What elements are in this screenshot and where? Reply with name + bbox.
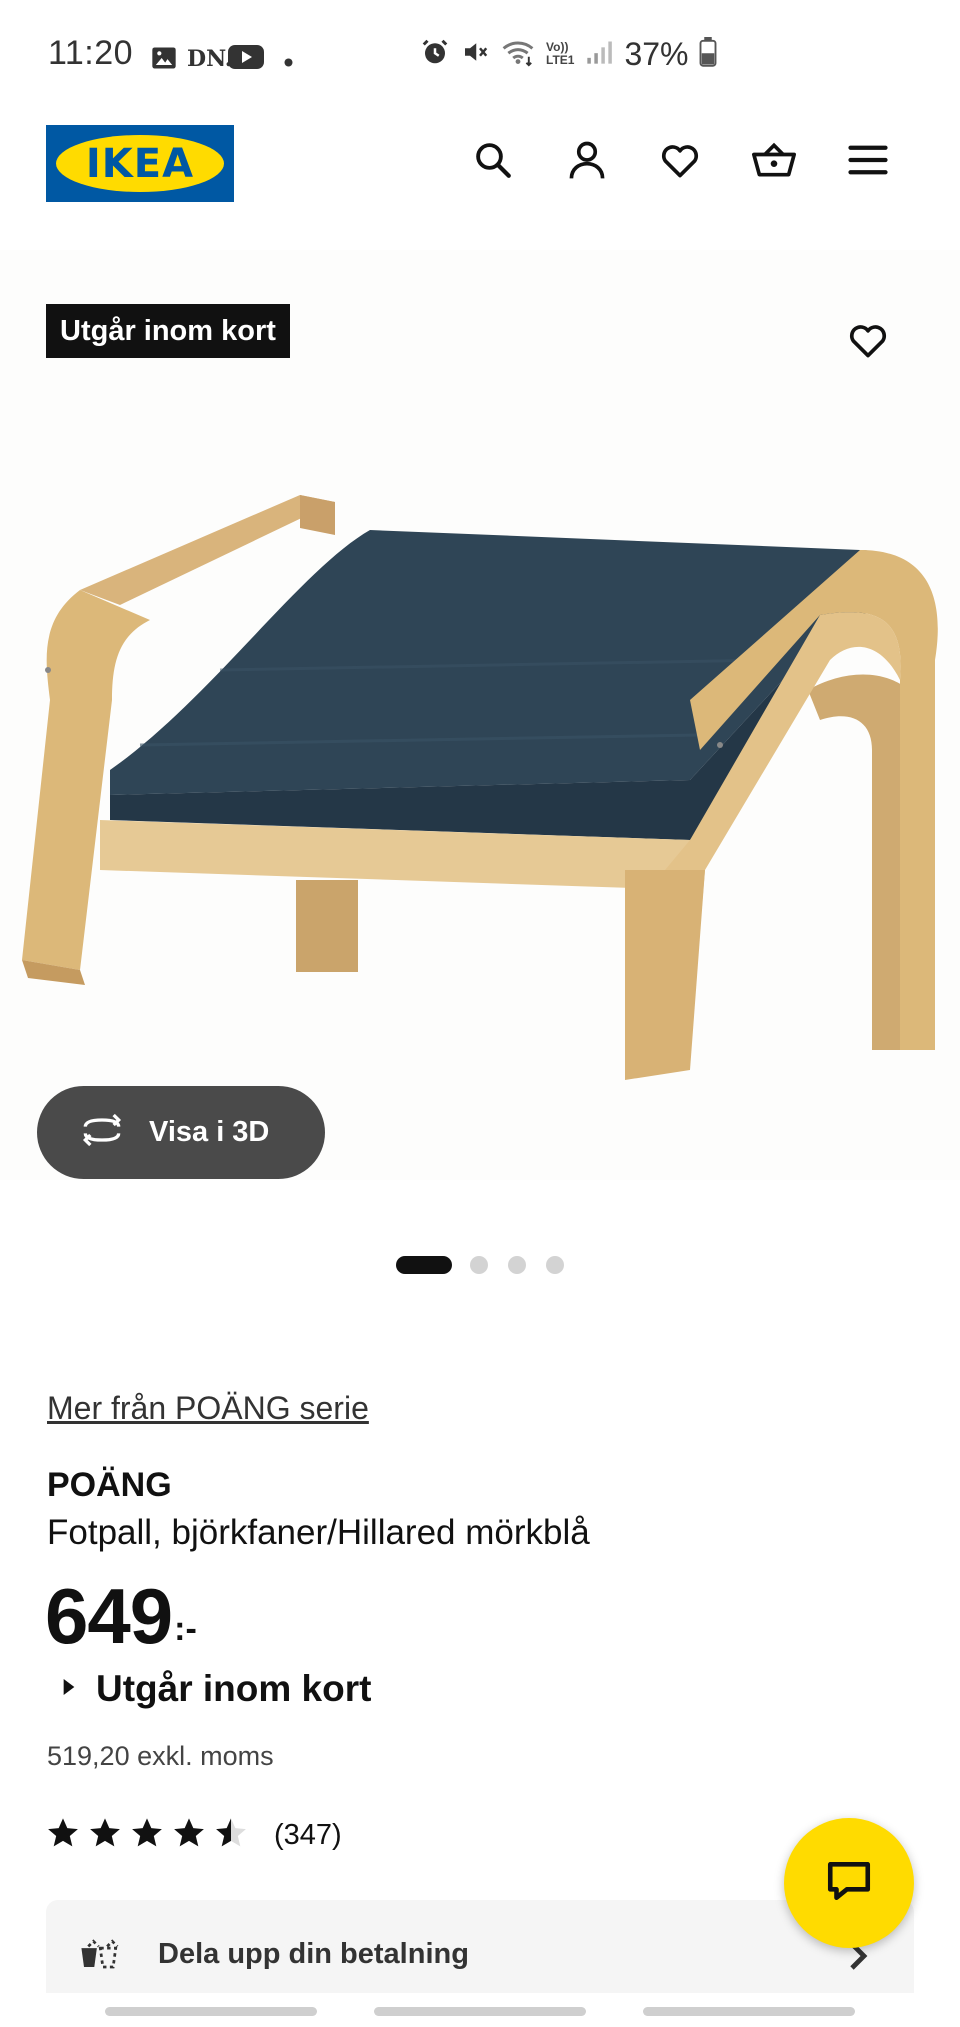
star-icon: [172, 1817, 206, 1854]
status-time: 11:20: [48, 34, 134, 72]
view-in-3d-button[interactable]: Visa i 3D: [37, 1086, 325, 1179]
heart-icon: [846, 318, 890, 367]
nav-back-button[interactable]: [643, 2007, 855, 2016]
system-navigation-bar: [0, 1993, 960, 2027]
product-image-area: Utgår inom kort Visa i 3D: [0, 250, 960, 1180]
logo-text: IKEA: [85, 140, 195, 187]
half-star-icon: [214, 1817, 248, 1854]
rotate-3d-icon: [77, 1113, 127, 1152]
battery-icon: [699, 36, 717, 72]
cart-button[interactable]: [744, 132, 804, 192]
youtube-icon: [228, 44, 264, 75]
chat-icon: [824, 1856, 874, 1911]
account-button[interactable]: [557, 132, 617, 192]
site-header: IKEA: [0, 110, 960, 220]
availability-toggle[interactable]: Utgår inom kort: [62, 1668, 371, 1710]
series-link[interactable]: Mer från POÄNG serie: [47, 1390, 369, 1427]
product-rating[interactable]: (347): [46, 1815, 342, 1855]
account-icon: [565, 138, 609, 187]
dn-app-icon: DN.: [187, 46, 233, 72]
nav-home-button[interactable]: [374, 2007, 586, 2016]
star-icon: [88, 1817, 122, 1854]
battery-text: 37%: [624, 35, 689, 72]
status-right-icons: Vo)) LTE1 37%: [420, 34, 717, 74]
product-description: Fotpall, björkfaner/Hillared mörkblå: [47, 1513, 590, 1552]
price-integer: 649: [45, 1572, 173, 1660]
product-price: 649 :-: [45, 1575, 197, 1655]
add-to-favorites-button[interactable]: [838, 312, 898, 372]
price-excl-vat: 519,20 exkl. moms: [47, 1741, 274, 1771]
discontinued-badge: Utgår inom kort: [46, 304, 290, 358]
search-button[interactable]: [463, 132, 523, 192]
carousel-dot-1[interactable]: [396, 1256, 452, 1274]
carousel-dot-2[interactable]: [470, 1256, 488, 1274]
product-name: POÄNG: [47, 1466, 172, 1504]
rating-count: (347): [274, 1818, 342, 1851]
caret-right-icon: [62, 1678, 76, 1700]
alarm-icon: [420, 37, 450, 72]
price-suffix: :-: [174, 1610, 197, 1648]
volte-bottom-label: LTE1: [546, 53, 575, 67]
image-icon: [150, 44, 178, 77]
signal-icon: [584, 38, 614, 71]
view-in-3d-label: Visa i 3D: [149, 1116, 270, 1148]
heart-icon: [658, 138, 702, 187]
star-icon: [46, 1817, 80, 1854]
volte-icon: Vo)) LTE1: [546, 41, 574, 67]
menu-button[interactable]: [838, 132, 898, 192]
nav-recents-button[interactable]: [105, 2007, 317, 2016]
star-icon: [130, 1817, 164, 1854]
cart-icon: [750, 138, 798, 187]
carousel-dot-3[interactable]: [508, 1256, 526, 1274]
chat-button[interactable]: [784, 1818, 914, 1948]
search-icon: [472, 139, 514, 186]
image-carousel-indicator: [0, 1252, 960, 1276]
ikea-logo[interactable]: IKEA: [46, 125, 234, 202]
menu-icon: [847, 142, 889, 183]
availability-label: Utgår inom kort: [96, 1668, 372, 1709]
dot-icon: [284, 54, 293, 72]
payment-split-icon: [78, 1934, 126, 1981]
favorites-button[interactable]: [650, 132, 710, 192]
mute-icon: [460, 37, 490, 72]
wifi-icon: [500, 37, 536, 72]
status-bar: 11:20 DN. Vo)) LTE1 37%: [0, 0, 960, 110]
split-payment-label: Dela upp din betalning: [158, 1938, 469, 1970]
carousel-dot-4[interactable]: [546, 1256, 564, 1274]
product-image[interactable]: [0, 400, 960, 1120]
